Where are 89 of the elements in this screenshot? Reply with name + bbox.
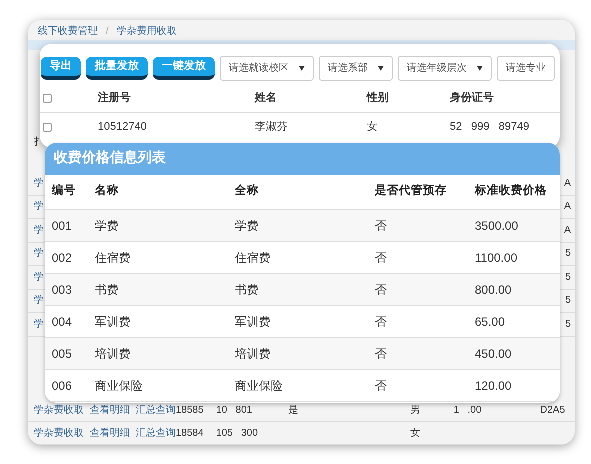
- column-header: 名称: [95, 185, 119, 198]
- table-cell: 002: [52, 250, 72, 264]
- table-cell: 女: [367, 120, 378, 133]
- action-button[interactable]: 导出: [41, 57, 81, 80]
- row-link[interactable]: 学: [34, 176, 44, 191]
- row-link[interactable]: 学: [34, 246, 44, 262]
- action-button[interactable]: 一键发放: [153, 57, 215, 80]
- column-header: 性别: [367, 92, 389, 104]
- table-cell-text: A: [564, 200, 571, 214]
- row-link[interactable]: 学: [34, 293, 44, 308]
- table-cell: 否: [375, 346, 387, 360]
- table-cell: 女: [410, 428, 421, 438]
- table-cell: 否: [375, 378, 387, 392]
- table-cell: 120.00: [475, 378, 512, 392]
- breadcrumb-link[interactable]: 学杂费用收取: [116, 24, 177, 38]
- table-cell: 105 300: [216, 428, 258, 438]
- column-header: 姓名: [255, 92, 277, 104]
- row-link[interactable]: 学杂费收取: [34, 426, 84, 440]
- table-cell: 否: [375, 314, 387, 328]
- table-cell: 1 .00: [454, 404, 482, 416]
- action-button[interactable]: 批量发放: [86, 57, 148, 80]
- table-cell: 是: [288, 404, 298, 416]
- caret-icon: [299, 66, 305, 71]
- row-link[interactable]: 查看明细: [90, 426, 130, 440]
- column-header: 扌: [34, 136, 44, 150]
- caret-icon: [378, 66, 384, 71]
- table-cell: 否: [375, 250, 387, 264]
- table-cell: 书费: [95, 282, 119, 296]
- table-cell: 003: [52, 282, 72, 296]
- table-cell-text: 5: [565, 247, 571, 262]
- column-header: 全称: [235, 185, 259, 198]
- select-dropdown[interactable]: 请选系部: [319, 56, 393, 81]
- column-header: 身份证号: [450, 92, 494, 104]
- table-cell: 10 801: [216, 404, 252, 416]
- breadcrumb-link[interactable]: 线下收费管理: [38, 24, 98, 38]
- column-header: 注册号: [98, 92, 131, 104]
- checkbox[interactable]: [43, 122, 52, 132]
- table-cell: 军训费: [95, 314, 131, 328]
- table-cell: 商业保险: [95, 378, 143, 392]
- table-cell: 否: [375, 218, 387, 232]
- panel-title: 收费价格信息列表: [54, 148, 166, 167]
- table-cell: 65.00: [475, 314, 506, 328]
- select-dropdown[interactable]: 请选专业: [497, 56, 555, 81]
- table-cell: 住宿费: [235, 250, 271, 264]
- table-cell: 800.00: [475, 282, 512, 296]
- table-cell: 商业保险: [235, 378, 283, 392]
- table-cell: 006: [52, 378, 72, 392]
- select-dropdown[interactable]: 请选年级层次: [398, 56, 492, 81]
- table-cell: 学费: [95, 218, 119, 232]
- breadcrumb-separator: /: [106, 24, 109, 38]
- table-cell: 李淑芬: [255, 120, 288, 133]
- caret-icon: [477, 66, 483, 71]
- table-cell-text: 5: [565, 270, 571, 285]
- table-cell: 005: [52, 346, 72, 360]
- table-cell: 军训费: [235, 314, 271, 328]
- table-cell: 男: [410, 404, 421, 416]
- table-cell: 10512740: [98, 120, 147, 133]
- row-link[interactable]: 学: [34, 316, 44, 332]
- row-link[interactable]: 查看明细: [90, 402, 130, 418]
- table-cell: 004: [52, 314, 72, 328]
- row-link[interactable]: 学杂费收取: [34, 402, 84, 418]
- table-cell: 住宿费: [95, 250, 131, 264]
- checkbox[interactable]: [43, 94, 52, 103]
- column-header: 是否代管预存: [375, 185, 447, 198]
- table-cell: 1100.00: [475, 250, 518, 264]
- column-header: 标准收费价格: [475, 185, 547, 198]
- row-link[interactable]: 汇总查询: [136, 402, 176, 418]
- table-cell-text: A: [564, 176, 571, 191]
- row-link[interactable]: 学: [34, 270, 44, 285]
- table-cell-text: 5: [565, 294, 571, 308]
- column-header: 编号: [52, 185, 76, 198]
- row-link[interactable]: 汇总查询: [136, 426, 176, 440]
- table-cell: 18585: [176, 404, 204, 416]
- table-cell: 52 999 89749: [450, 120, 530, 133]
- table-cell: 培训费: [95, 346, 131, 360]
- table-cell: 18584: [176, 428, 204, 438]
- table-cell: D2A5: [540, 404, 566, 416]
- table-cell: 3500.00: [475, 218, 518, 232]
- table-cell-text: A: [564, 224, 571, 238]
- table-cell: 001: [52, 218, 72, 232]
- table-cell: 书费: [235, 282, 259, 296]
- table-cell: 450.00: [475, 346, 512, 360]
- row-link[interactable]: 学: [34, 199, 44, 214]
- select-dropdown[interactable]: 请选就读校区: [220, 56, 314, 81]
- row-link[interactable]: 学: [34, 222, 44, 238]
- table-cell: 学费: [235, 218, 259, 232]
- table-cell-text: 5: [565, 318, 571, 332]
- table-cell: 培训费: [235, 346, 271, 360]
- table-cell: 否: [375, 282, 387, 296]
